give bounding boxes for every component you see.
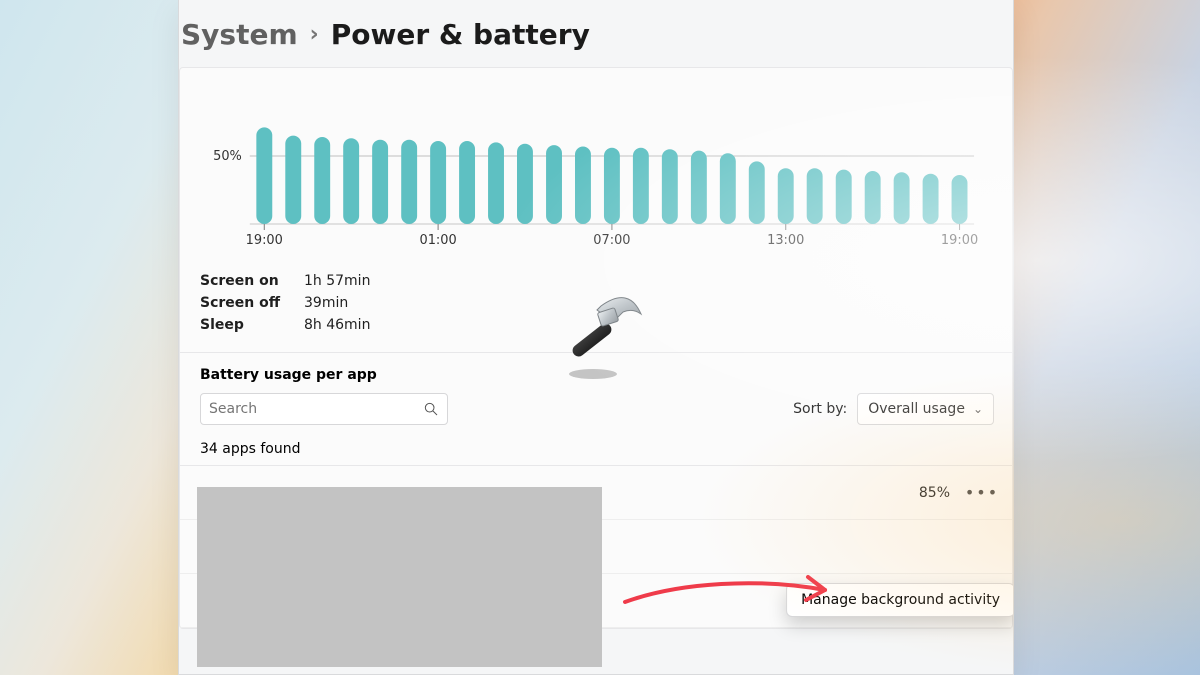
stat-label: Screen off bbox=[200, 295, 282, 311]
sort-value: Overall usage bbox=[868, 401, 965, 417]
breadcrumb-parent[interactable]: System bbox=[181, 18, 298, 51]
svg-text:01:00: 01:00 bbox=[419, 233, 456, 248]
breadcrumb: System › Power & battery bbox=[179, 0, 1013, 67]
stat-screen-off: Screen off 39min bbox=[200, 292, 984, 314]
settings-panel: System › Power & battery 50% 19:00 01:00 07… bbox=[178, 0, 1014, 675]
battery-stats: Screen on 1h 57min Screen off 39min Slee… bbox=[180, 262, 1012, 352]
svg-text:19:00: 19:00 bbox=[246, 233, 283, 248]
stat-value: 39min bbox=[304, 295, 348, 311]
apps-found: 34 apps found bbox=[180, 435, 1012, 465]
search-icon bbox=[423, 401, 439, 417]
search-input-wrap[interactable] bbox=[200, 393, 448, 425]
app-usage-percent: 85% bbox=[919, 485, 964, 501]
page-title: Power & battery bbox=[331, 18, 590, 51]
per-app-controls: Sort by: Overall usage ⌄ bbox=[180, 389, 1012, 435]
battery-chart: 50% 19:00 01:00 07:00 13:00 19:00 bbox=[180, 68, 1012, 262]
svg-text:13:00: 13:00 bbox=[767, 233, 804, 248]
chevron-down-icon: ⌄ bbox=[973, 402, 983, 416]
stat-value: 8h 46min bbox=[304, 317, 370, 333]
per-app-title: Battery usage per app bbox=[180, 353, 1012, 389]
sort-label: Sort by: bbox=[793, 401, 847, 417]
svg-text:50%: 50% bbox=[213, 149, 242, 164]
stat-label: Screen on bbox=[200, 273, 282, 289]
stat-screen-on: Screen on 1h 57min bbox=[200, 270, 984, 292]
stat-value: 1h 57min bbox=[304, 273, 370, 289]
battery-usage-card: 50% 19:00 01:00 07:00 13:00 19:00 Screen on 1… bbox=[179, 67, 1013, 629]
svg-text:19:00: 19:00 bbox=[941, 233, 978, 248]
chevron-right-icon: › bbox=[310, 22, 319, 47]
stat-sleep: Sleep 8h 46min bbox=[200, 314, 984, 336]
sort-select[interactable]: Overall usage ⌄ bbox=[857, 393, 994, 425]
context-menu-manage-background[interactable]: Manage background activity bbox=[786, 583, 1014, 617]
search-input[interactable] bbox=[209, 394, 423, 424]
sort-by: Sort by: Overall usage ⌄ bbox=[793, 393, 994, 425]
svg-text:07:00: 07:00 bbox=[593, 233, 630, 248]
more-button[interactable]: ••• bbox=[970, 481, 994, 505]
stat-label: Sleep bbox=[200, 317, 282, 333]
redaction-block bbox=[197, 487, 602, 667]
battery-chart-svg: 50% 19:00 01:00 07:00 13:00 19:00 bbox=[208, 82, 984, 252]
